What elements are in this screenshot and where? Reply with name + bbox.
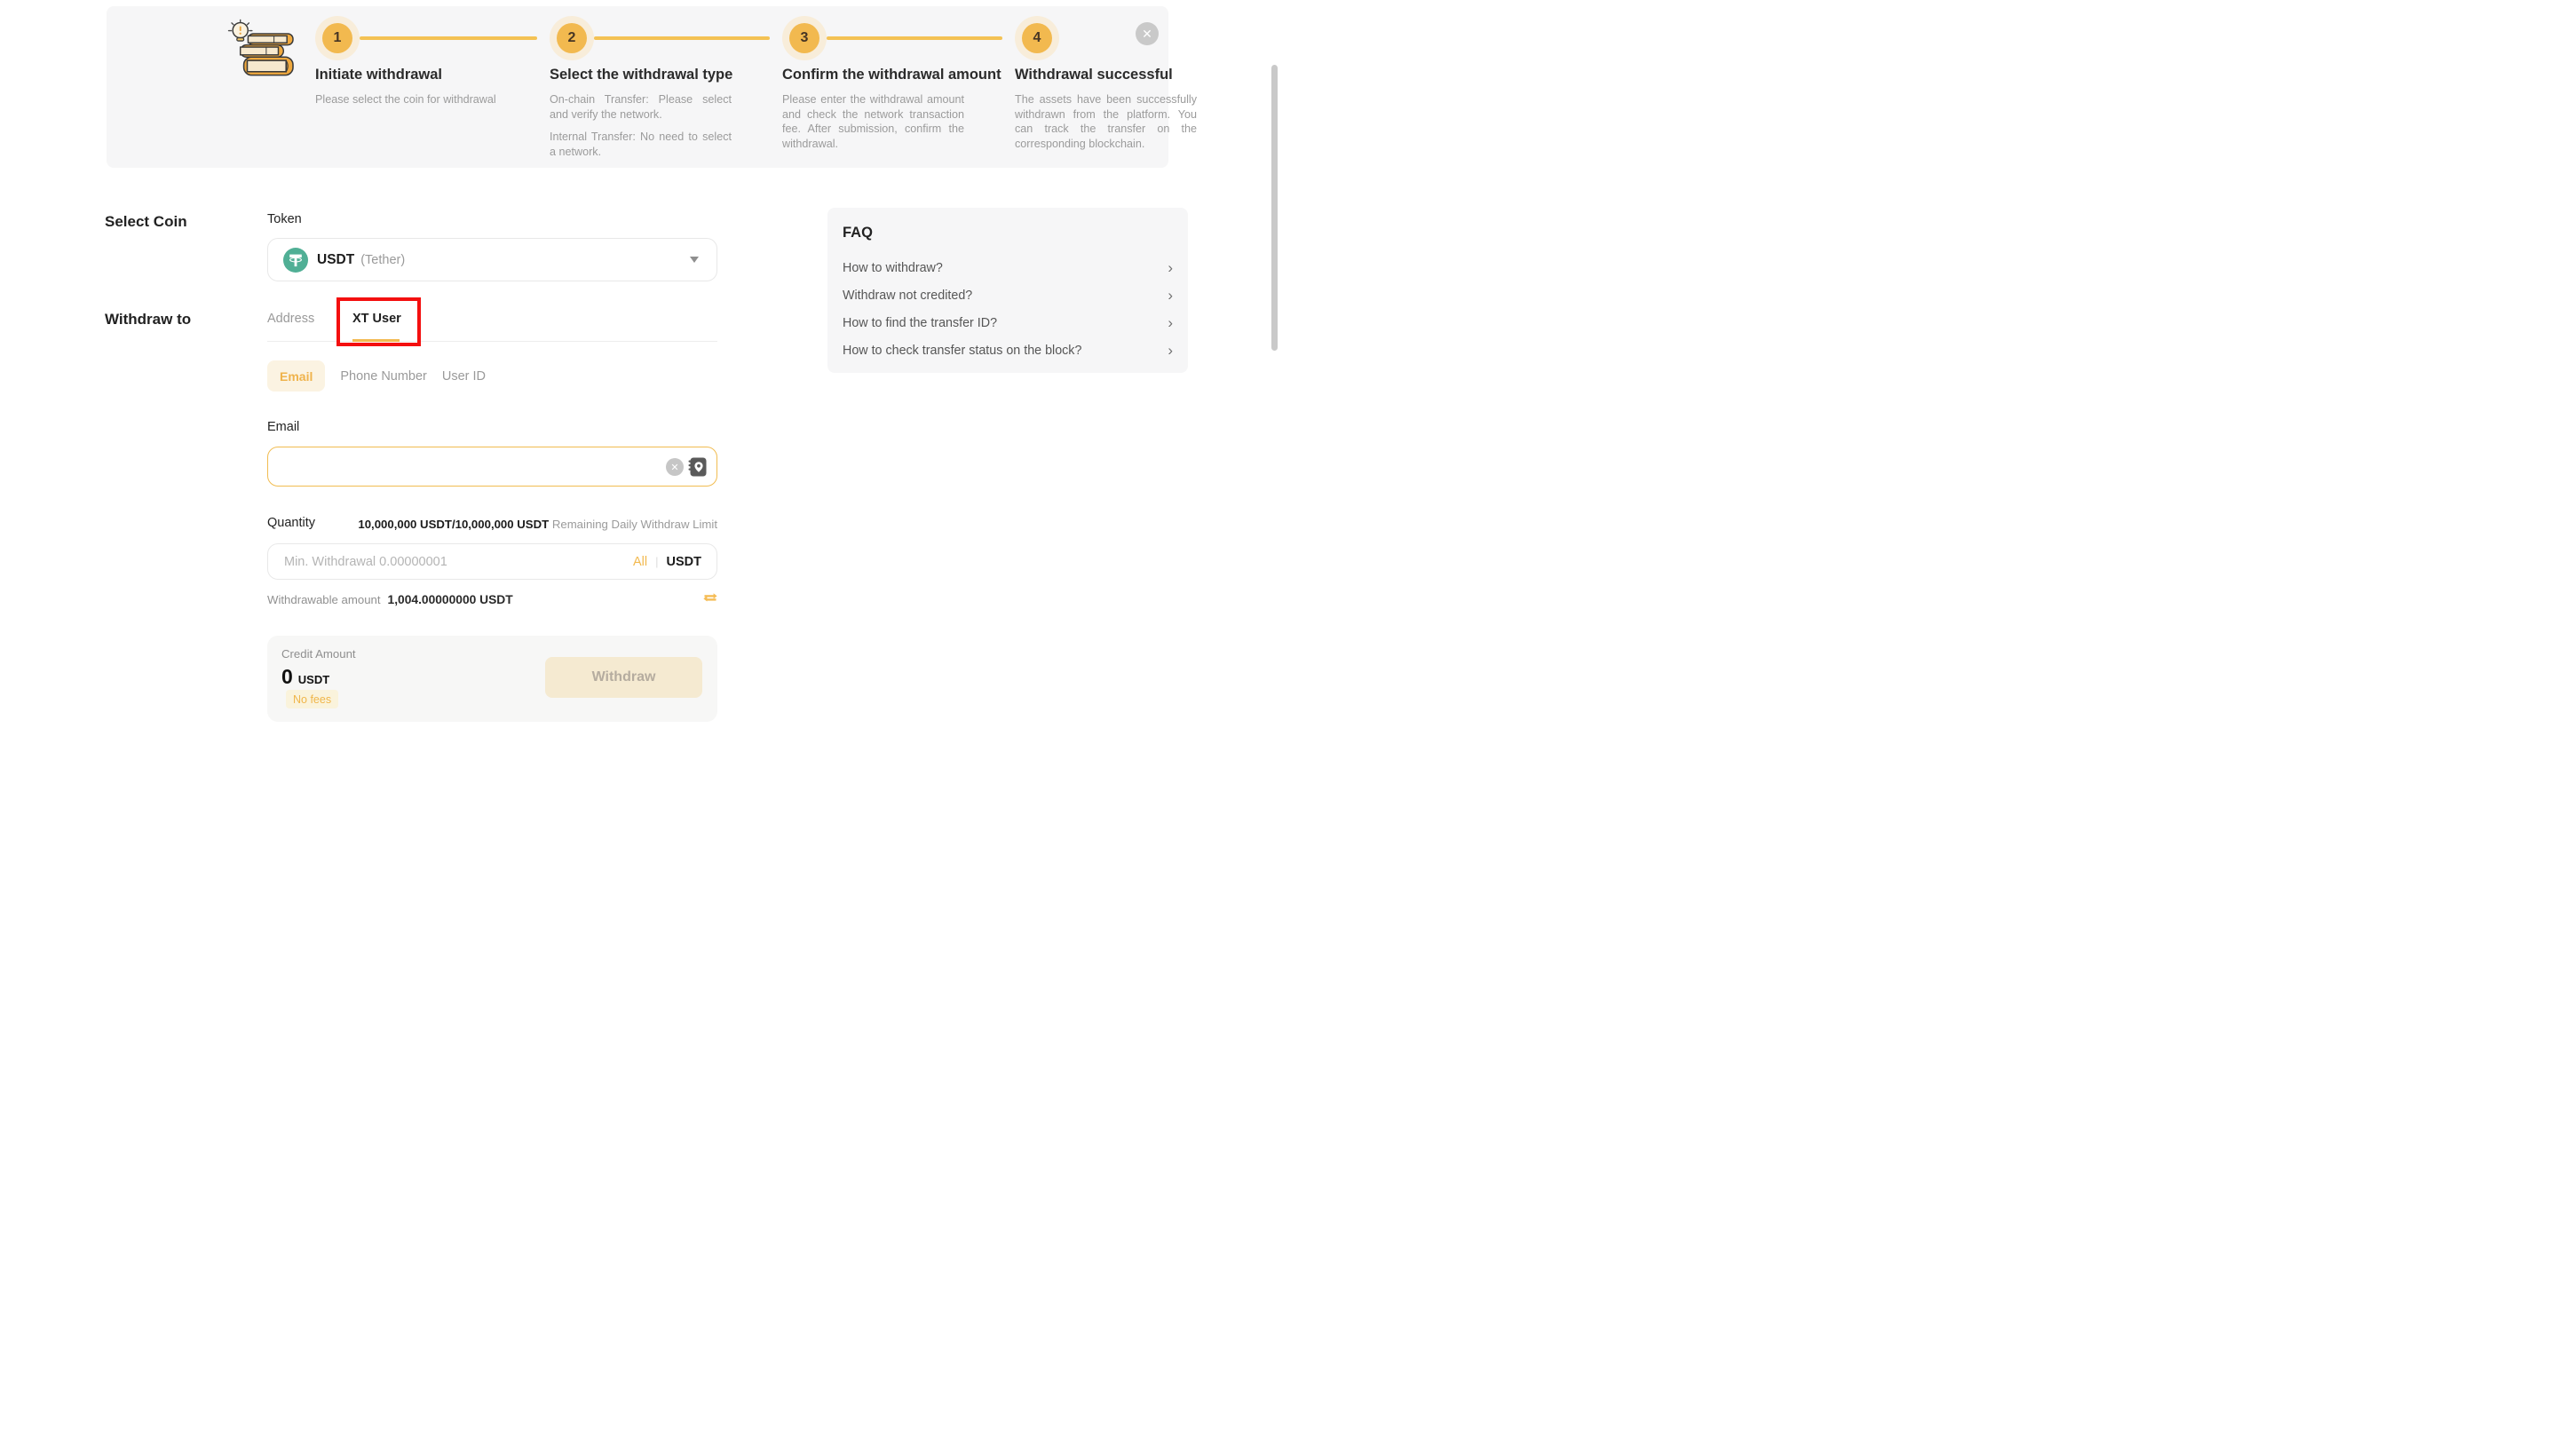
credit-amount-label: Credit Amount	[281, 647, 356, 661]
chevron-right-icon: ›	[1168, 288, 1173, 303]
withdrawable-amount-value: 1,004.00000000 USDT	[388, 593, 513, 606]
step-withdrawal-successful: 4 Withdrawal successful The assets have …	[1015, 16, 1197, 151]
select-coin-heading: Select Coin	[105, 213, 187, 231]
withdraw-button[interactable]: Withdraw	[545, 657, 702, 698]
step-description: The assets have been successfully withdr…	[1015, 92, 1197, 151]
limit-note: Remaining Daily Withdraw Limit	[552, 518, 717, 531]
step-confirm-amount: 3 Confirm the withdrawal amount Please e…	[782, 16, 964, 151]
qty-divider: |	[655, 555, 658, 568]
clear-icon: ✕	[670, 462, 678, 473]
credit-amount-card: Credit Amount 0 USDT No fees Withdraw	[267, 636, 717, 722]
faq-title: FAQ	[843, 225, 873, 241]
email-field: ✕	[267, 447, 717, 487]
annotation-red-box	[336, 297, 421, 346]
credit-amount-value: 0	[281, 665, 293, 689]
subtab-phone-number[interactable]: Phone Number	[340, 369, 427, 384]
close-button[interactable]: ✕	[1136, 22, 1159, 45]
recipient-type-subtabs: Email Phone Number User ID	[267, 360, 486, 392]
address-book-button[interactable]	[688, 457, 707, 477]
books-lightbulb-icon	[225, 18, 299, 80]
step-description: Please enter the withdrawal amount and c…	[782, 92, 964, 151]
chevron-right-icon: ›	[1168, 315, 1173, 330]
limit-amounts: 10,000,000 USDT/10,000,000 USDT	[358, 518, 549, 531]
tabs-divider	[267, 341, 717, 342]
scrollbar-thumb[interactable]	[1271, 65, 1278, 351]
stepper-panel: 1 Initiate withdrawal Please select the …	[107, 6, 1168, 168]
step-number-badge: 3	[782, 16, 827, 60]
subtab-user-id[interactable]: User ID	[442, 369, 486, 384]
token-label: Token	[267, 212, 302, 226]
faq-panel: FAQ How to withdraw? › Withdraw not cred…	[827, 208, 1188, 373]
credit-amount-unit: USDT	[298, 673, 329, 686]
email-label: Email	[267, 420, 299, 434]
step-number-badge: 2	[550, 16, 594, 60]
faq-item-check-transfer-status[interactable]: How to check transfer status on the bloc…	[843, 336, 1173, 364]
step-title: Initiate withdrawal	[315, 67, 497, 83]
all-button[interactable]: All	[633, 555, 647, 569]
close-icon: ✕	[1142, 27, 1152, 42]
step-description: Please select the coin for withdrawal	[315, 92, 497, 107]
withdraw-page: 1 Initiate withdrawal Please select the …	[0, 0, 1278, 728]
step-select-withdrawal-type: 2 Select the withdrawal type On-chain Tr…	[550, 16, 732, 167]
faq-list: How to withdraw? › Withdraw not credited…	[843, 254, 1173, 364]
token-symbol: USDT	[317, 252, 354, 268]
email-input[interactable]	[282, 447, 655, 486]
step-title: Confirm the withdrawal amount	[782, 67, 964, 83]
step-description: On-chain Transfer: Please select and ver…	[550, 92, 732, 159]
convert-arrows-icon[interactable]	[702, 590, 718, 605]
tether-icon	[283, 248, 308, 273]
step-initiate-withdrawal: 1 Initiate withdrawal Please select the …	[315, 16, 497, 107]
subtab-email[interactable]: Email	[267, 360, 325, 392]
chevron-right-icon: ›	[1168, 343, 1173, 358]
token-select[interactable]: USDT (Tether)	[267, 238, 717, 281]
token-name: (Tether)	[360, 253, 405, 267]
step-number-badge: 4	[1015, 16, 1059, 60]
faq-item-how-to-withdraw[interactable]: How to withdraw? ›	[843, 254, 1173, 281]
withdrawable-amount-label: Withdrawable amount	[267, 593, 381, 606]
scrollbar-track	[1270, 0, 1278, 728]
step-number-badge: 1	[315, 16, 360, 60]
chevron-down-icon	[690, 257, 699, 263]
tab-address[interactable]: Address	[267, 312, 314, 326]
step-title: Select the withdrawal type	[550, 67, 732, 83]
quantity-input[interactable]	[284, 544, 604, 579]
clear-input-button[interactable]: ✕	[666, 458, 684, 476]
daily-withdraw-limit: 10,000,000 USDT/10,000,000 USDT Remainin…	[185, 518, 717, 531]
qty-unit-label: USDT	[667, 555, 701, 569]
step-title: Withdrawal successful	[1015, 67, 1197, 83]
faq-item-withdraw-not-credited[interactable]: Withdraw not credited? ›	[843, 281, 1173, 309]
no-fees-badge: No fees	[286, 690, 338, 708]
quantity-field: All | USDT	[267, 543, 717, 580]
chevron-right-icon: ›	[1168, 260, 1173, 275]
withdrawable-amount-row: Withdrawable amount 1,004.00000000 USDT	[267, 593, 513, 606]
faq-item-find-transfer-id[interactable]: How to find the transfer ID? ›	[843, 309, 1173, 336]
withdraw-to-heading: Withdraw to	[105, 311, 191, 328]
